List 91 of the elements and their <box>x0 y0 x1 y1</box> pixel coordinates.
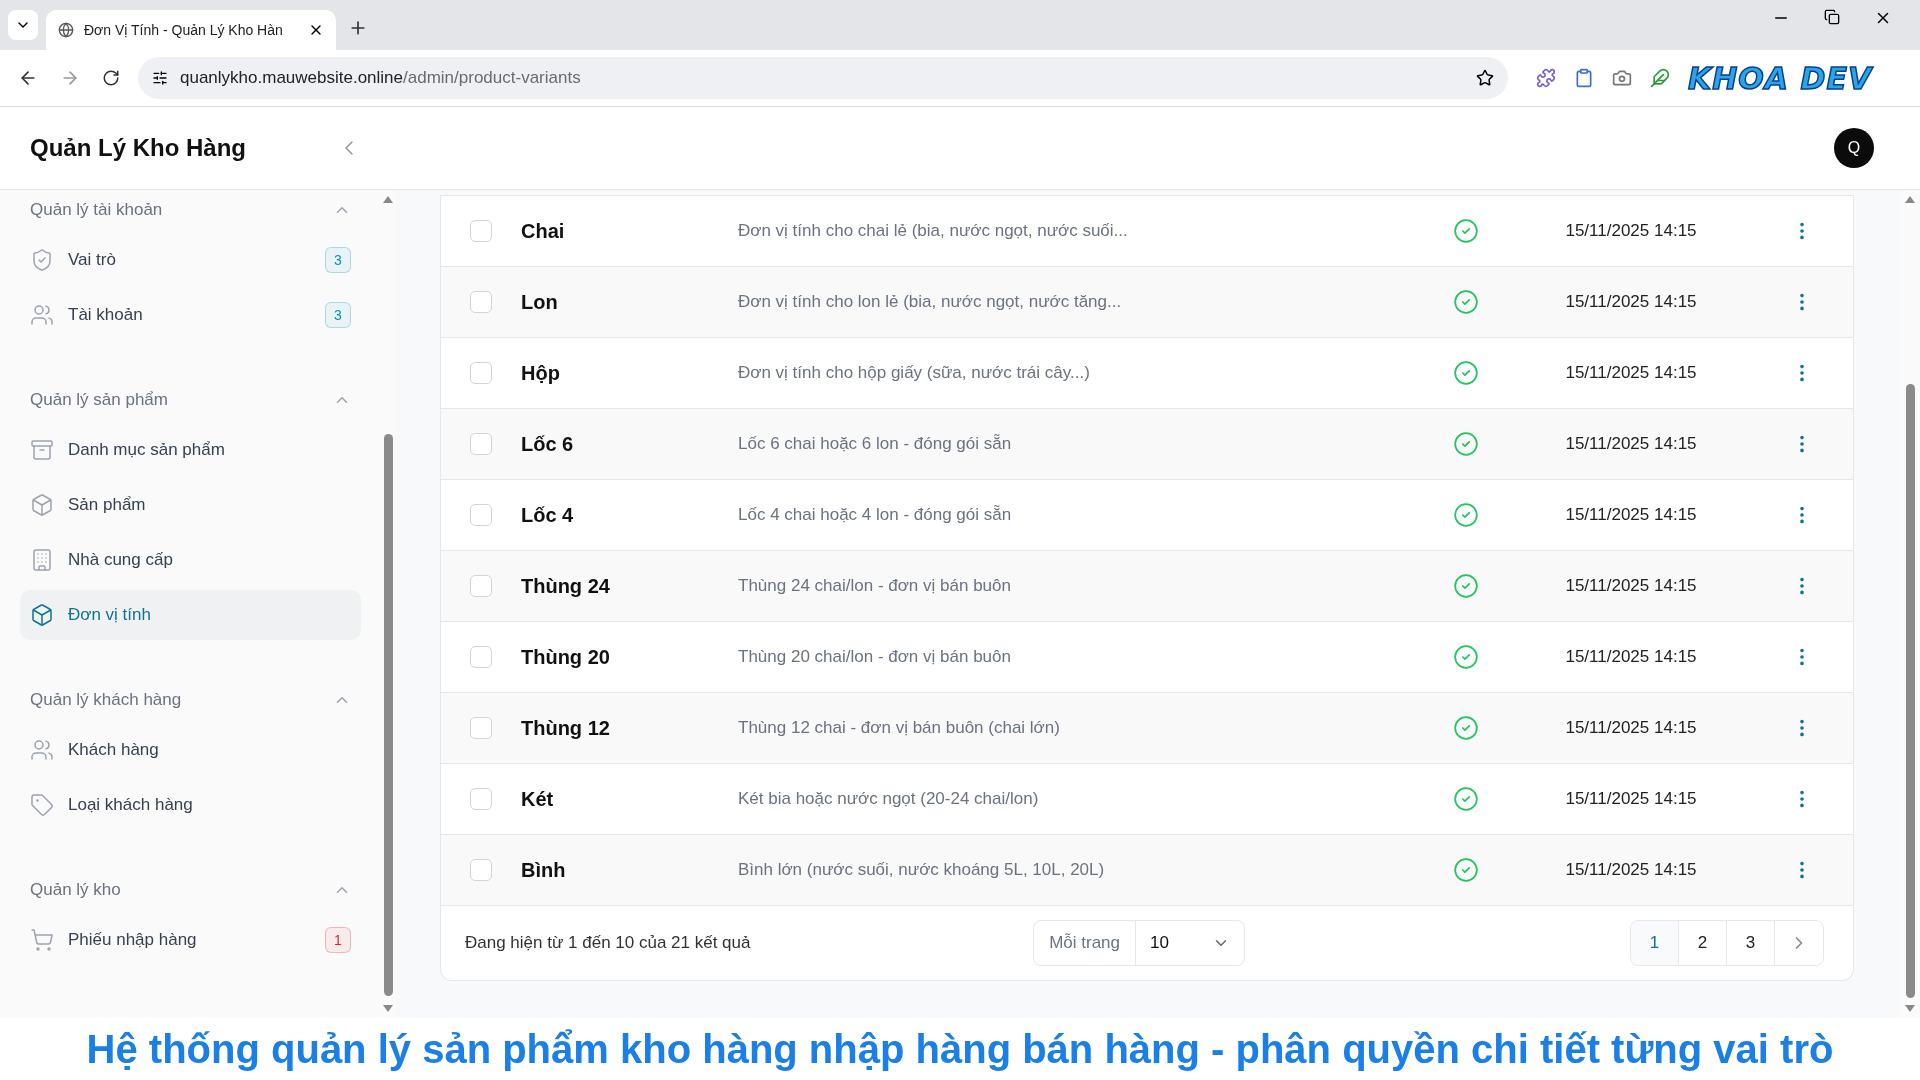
created-date: 15/11/2025 14:15 <box>1565 647 1697 667</box>
row-checkbox[interactable] <box>470 859 492 881</box>
users-icon <box>30 738 54 762</box>
page-button[interactable]: 1 <box>1631 921 1679 965</box>
section-title: Quản lý kho <box>30 880 121 900</box>
sidebar-item[interactable]: Sản phẩm <box>20 480 361 530</box>
clipboard-icon[interactable] <box>1574 68 1594 88</box>
row-checkbox[interactable] <box>470 575 492 597</box>
puzzle-icon[interactable] <box>1536 68 1556 88</box>
unit-name: Lốc 6 <box>521 432 575 456</box>
camera-icon[interactable] <box>1612 68 1632 88</box>
cart-icon <box>30 928 54 952</box>
reload-icon <box>102 69 120 87</box>
row-checkbox[interactable] <box>470 433 492 455</box>
section-title: Quản lý khách hàng <box>30 690 182 710</box>
created-date: 15/11/2025 14:15 <box>1565 292 1697 312</box>
count-badge: 3 <box>325 247 351 273</box>
sidebar-item[interactable]: Tài khoản 3 <box>20 290 361 340</box>
sidebar-item[interactable]: Loại khách hàng <box>20 780 361 830</box>
unit-description: Đơn vị tính cho hộp giấy (sữa, nước trái cây...) <box>738 363 1091 383</box>
created-date: 15/11/2025 14:15 <box>1565 860 1697 880</box>
unit-description: Két bia hoặc nước ngọt (20-24 chai/lon) <box>738 789 1040 809</box>
unit-description: Lốc 6 chai hoặc 6 lon - đóng gói sẵn <box>738 434 1013 454</box>
unit-name: Két <box>521 787 555 811</box>
results-summary: Đang hiện từ 1 đến 10 của 21 kết quả <box>465 933 751 953</box>
tab-list-button[interactable] <box>8 10 38 40</box>
sidebar-item[interactable]: Nhà cung cấp <box>20 535 361 585</box>
unit-name: Lon <box>521 290 559 314</box>
unit-description: Đơn vị tính cho chai lẻ (bia, nước ngọt, nước suối... <box>738 221 1129 241</box>
sidebar-item[interactable]: Danh mục sản phẩm <box>20 425 361 475</box>
created-date: 15/11/2025 14:15 <box>1565 363 1697 383</box>
cube-icon <box>30 493 54 517</box>
scroll-up-icon[interactable] <box>382 194 394 204</box>
sidebar-item[interactable]: Vai trò 3 <box>20 235 361 285</box>
unit-name: Bình <box>521 858 567 882</box>
cube-icon <box>30 603 54 627</box>
address-bar[interactable]: quanlykho.mauwebsite.online/admin/product-variants <box>138 57 1508 99</box>
app-title: Quản Lý Kho Hàng <box>30 134 246 162</box>
video-caption: Hệ thống quản lý sản phẩm kho hàng nhập hàng bán hàng - phân quyền chi tiết từng vai trò <box>85 1025 1835 1073</box>
scrollbar-thumb[interactable] <box>1905 384 1915 998</box>
logo: KHOA DEV <box>1688 60 1873 96</box>
site-settings-icon[interactable] <box>152 70 168 86</box>
unit-name: Thùng 24 <box>521 574 611 598</box>
unit-name: Lốc 4 <box>521 503 575 527</box>
unit-description: Lốc 4 chai hoặc 4 lon - đóng gói sẵn <box>738 505 1013 525</box>
row-checkbox[interactable] <box>470 291 492 313</box>
archive-icon <box>30 438 54 462</box>
unit-description: Thùng 12 chai - đơn vị bán buôn (chai lớn) <box>738 718 1061 738</box>
created-date: 15/11/2025 14:15 <box>1565 505 1697 525</box>
row-checkbox[interactable] <box>470 220 492 242</box>
scroll-down-icon[interactable] <box>382 1004 394 1014</box>
scroll-down-icon[interactable] <box>1904 1004 1916 1014</box>
sidebar-item[interactable]: Phiếu nhập hàng 1 <box>20 915 361 965</box>
unit-name: Chai <box>521 219 566 243</box>
tag-icon <box>30 793 54 817</box>
url-text: quanlykho.mauwebsite.online/admin/product-variants <box>180 68 582 88</box>
row-checkbox[interactable] <box>470 362 492 384</box>
row-checkbox[interactable] <box>470 504 492 526</box>
unit-name: Thùng 20 <box>521 645 611 669</box>
sidebar-item[interactable]: Khách hàng <box>20 725 361 775</box>
count-badge: 1 <box>325 927 351 953</box>
tab-title: Đơn Vị Tính - Quản Lý Kho Hàn <box>84 22 284 38</box>
users-icon <box>30 303 54 327</box>
scroll-up-icon[interactable] <box>1904 194 1916 204</box>
unit-description: Thùng 20 chai/lon - đơn vị bán buôn <box>738 647 1012 667</box>
row-checkbox[interactable] <box>470 788 492 810</box>
building-icon <box>30 548 54 572</box>
unit-description: Thùng 24 chai/lon - đơn vị bán buôn <box>738 576 1012 596</box>
unit-name: Thùng 12 <box>521 716 611 740</box>
unit-name: Hộp <box>521 361 561 385</box>
bookmark-star-icon[interactable] <box>1476 69 1494 87</box>
unit-description: Bình lớn (nước suối, nước khoáng 5L, 10L, 20L) <box>738 860 1106 880</box>
section-title: Quản lý sản phẩm <box>30 390 168 410</box>
section-title: Quản lý tài khoản <box>30 200 163 220</box>
created-date: 15/11/2025 14:15 <box>1565 789 1697 809</box>
count-badge: 3 <box>325 302 351 328</box>
user-avatar[interactable]: Q <box>1834 128 1874 168</box>
created-date: 15/11/2025 14:15 <box>1565 576 1697 596</box>
created-date: 15/11/2025 14:15 <box>1565 221 1697 241</box>
globe-icon <box>58 22 74 38</box>
restore-icon[interactable] <box>1824 9 1840 25</box>
shield-icon <box>30 248 54 272</box>
row-checkbox[interactable] <box>470 646 492 668</box>
unit-description: Đơn vị tính cho lon lẻ (bia, nước ngọt, nước tăng... <box>738 292 1123 312</box>
scrollbar-thumb[interactable] <box>383 434 393 996</box>
row-checkbox[interactable] <box>470 717 492 739</box>
sidebar-item[interactable]: Đơn vị tính <box>20 590 361 640</box>
created-date: 15/11/2025 14:15 <box>1565 434 1697 454</box>
created-date: 15/11/2025 14:15 <box>1565 718 1697 738</box>
feather-icon[interactable] <box>1650 68 1670 88</box>
browser-tab[interactable]: Đơn Vị Tính - Quản Lý Kho Hàn <box>46 10 336 50</box>
